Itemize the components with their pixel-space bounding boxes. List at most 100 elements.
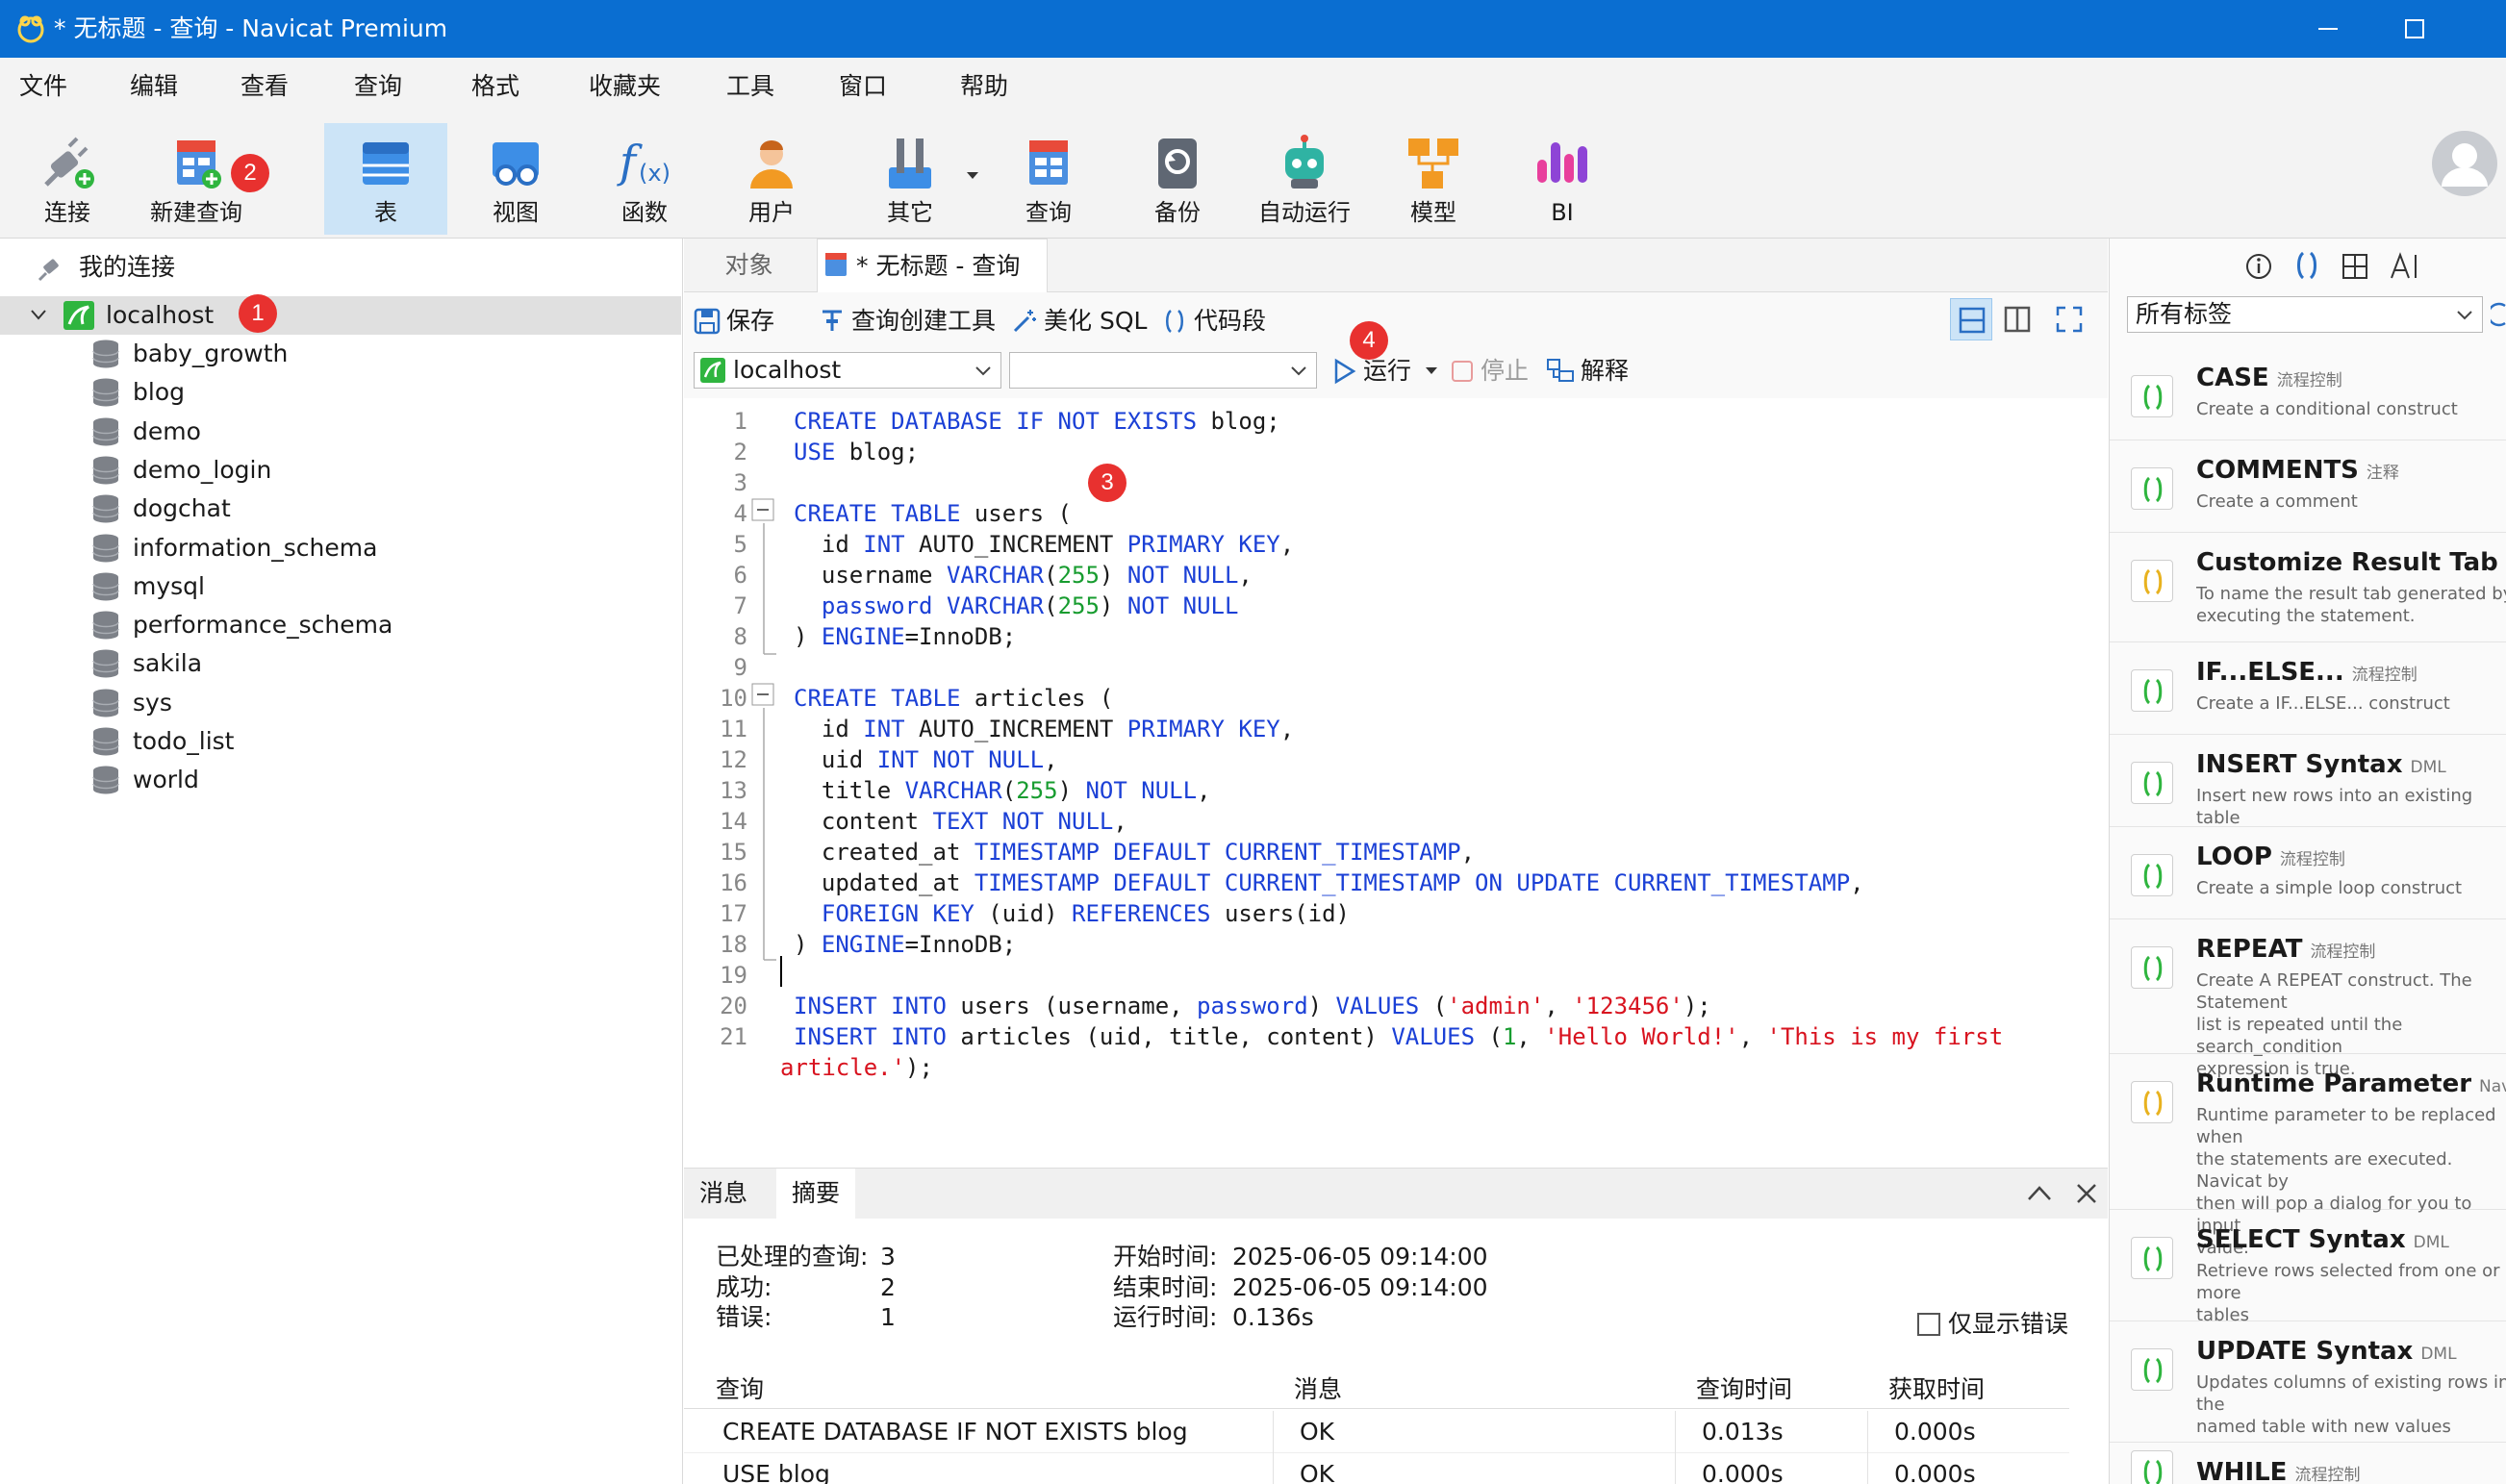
snippet-item[interactable]: WHILE 流程控制	[2110, 1443, 2506, 1484]
database-item[interactable]: todo_list	[0, 722, 681, 761]
explain-button[interactable]: 解释	[1546, 356, 1629, 387]
database-item[interactable]: demo	[0, 413, 681, 451]
menu-view[interactable]: 查看	[240, 71, 289, 102]
backup-button[interactable]: 备份	[1116, 123, 1239, 235]
table-button[interactable]: 表	[324, 123, 447, 235]
snippet-item[interactable]: SELECT Syntax DML Retrieve rows selected f…	[2110, 1210, 2506, 1325]
snippet-item[interactable]: LOOP 流程控制 Create a simple loop construct	[2110, 827, 2506, 919]
query-button[interactable]: 查询	[987, 123, 1110, 235]
snippet-item[interactable]: IF...ELSE... 流程控制 Create a IF...ELSE... co…	[2110, 642, 2506, 735]
tab-summary[interactable]: 摘要	[776, 1169, 856, 1219]
menu-window[interactable]: 窗口	[839, 71, 887, 102]
menu-format[interactable]: 格式	[471, 71, 519, 102]
plug-icon	[38, 259, 59, 282]
snippet-item[interactable]: INSERT Syntax DML Insert new rows into an …	[2110, 735, 2506, 828]
database-item[interactable]: sys	[0, 684, 681, 722]
snippet-item[interactable]: COMMENTS 注释 Create a comment	[2110, 440, 2506, 533]
sql-editor[interactable]: 1 CREATE DATABASE IF NOT EXISTS blog; 2 USE…	[684, 398, 2108, 1168]
snippet-item[interactable]: Customize Result Tab Name To name the res…	[2110, 533, 2506, 642]
database-item[interactable]: performance_schema	[0, 606, 681, 644]
menu-help[interactable]: 帮助	[960, 71, 1008, 102]
save-button[interactable]: 保存	[694, 306, 774, 337]
view-button[interactable]: 视图	[454, 123, 577, 235]
menu-file[interactable]: 文件	[19, 71, 67, 102]
grid-icon[interactable]	[2341, 252, 2369, 281]
maximize-button[interactable]	[2371, 0, 2458, 58]
code-token: )	[1099, 592, 1127, 619]
code-line: 21 INSERT INTO articles (uid, title, cont…	[684, 1021, 2108, 1052]
column-query-time[interactable]: 查询时间	[1696, 1374, 1792, 1405]
my-connections-row[interactable]: 我的连接	[0, 248, 681, 287]
table-row[interactable]: USE blog OK 0.000s 0.000s	[684, 1453, 2069, 1484]
database-select[interactable]	[1009, 352, 1317, 389]
menu-query[interactable]: 查询	[354, 71, 402, 102]
snippet-item[interactable]: Runtime ParameterNavicat-onlyRuntime par…	[2110, 1054, 2506, 1258]
connect-button[interactable]: 连接	[6, 123, 129, 235]
snippet-brackets-icon[interactable]	[2292, 250, 2321, 281]
other-dropdown-icon[interactable]	[966, 171, 979, 181]
database-icon	[92, 456, 119, 485]
menu-tools[interactable]: 工具	[726, 71, 774, 102]
code-line: 7 password VARCHAR(255) NOT NULL	[684, 591, 2108, 621]
column-query[interactable]: 查询	[716, 1374, 764, 1405]
column-message[interactable]: 消息	[1294, 1374, 1342, 1405]
chevron-down-icon[interactable]	[31, 310, 46, 321]
tag-filter-select[interactable]: 所有标签	[2127, 296, 2483, 333]
function-button[interactable]: f (x) 函数	[583, 123, 706, 235]
run-button[interactable]: 运行	[1330, 356, 1438, 387]
snippet-tag: DML	[2410, 758, 2446, 777]
code-token: ,	[1516, 1023, 1545, 1050]
ai-icon[interactable]	[2389, 252, 2421, 281]
close-icon[interactable]	[2075, 1182, 2098, 1205]
fullscreen-button[interactable]	[2048, 298, 2090, 340]
table-cell: OK	[1300, 1460, 1335, 1484]
code-line: 17 FOREIGN KEY (uid) REFERENCES users(id…	[684, 898, 2108, 929]
tab-messages[interactable]: 消息	[684, 1169, 763, 1219]
menu-favorites[interactable]: 收藏夹	[589, 71, 661, 102]
snippet-item[interactable]: CASE 流程控制 Create a conditional construct	[2110, 348, 2506, 440]
database-item[interactable]: demo_login	[0, 451, 681, 490]
stop-button[interactable]: 停止	[1450, 356, 1529, 387]
model-button[interactable]: 模型	[1372, 123, 1495, 235]
menu-edit[interactable]: 编辑	[130, 71, 178, 102]
database-item[interactable]: blog	[0, 373, 681, 412]
beautify-sql-button[interactable]: 美化 SQL	[1011, 306, 1147, 337]
auto-run-button[interactable]: 自动运行	[1243, 123, 1366, 235]
avatar[interactable]	[2430, 129, 2499, 198]
refresh-icon[interactable]	[2491, 302, 2506, 327]
collapse-up-icon[interactable]	[2027, 1184, 2052, 1203]
minimize-button[interactable]	[2285, 0, 2371, 58]
column-fetch-time[interactable]: 获取时间	[1888, 1374, 1985, 1405]
column-divider	[1675, 1411, 1676, 1453]
other-button[interactable]: 其它	[848, 123, 972, 235]
query-builder-button[interactable]: 查询创建工具	[819, 306, 996, 337]
fold-minus-icon[interactable]	[751, 498, 776, 523]
database-item[interactable]: information_schema	[0, 529, 681, 567]
info-icon[interactable]	[2244, 252, 2273, 281]
user-button[interactable]: 用户	[710, 123, 833, 235]
code-snippet-button[interactable]: 代码段	[1161, 306, 1266, 337]
database-item[interactable]: dogchat	[0, 490, 681, 528]
checkbox-box[interactable]	[1917, 1313, 1940, 1336]
snippet-brackets-icon	[2143, 384, 2163, 411]
tab-query[interactable]: * 无标题 - 查询	[817, 239, 1048, 292]
snippet-title: COMMENTS 注释	[2196, 454, 2399, 490]
layout-horizontal-button[interactable]	[1950, 298, 1992, 340]
table-row[interactable]: CREATE DATABASE IF NOT EXISTS blog OK 0.01…	[684, 1411, 2069, 1453]
fold-minus-icon[interactable]	[751, 683, 776, 708]
run-dropdown-icon[interactable]	[1425, 366, 1438, 376]
snippet-item[interactable]: REPEAT 流程控制 Create A REPEAT construct. The…	[2110, 919, 2506, 1079]
svg-text:(x): (x)	[639, 160, 671, 187]
only-errors-checkbox[interactable]: 仅显示错误	[1917, 1309, 2068, 1340]
database-item[interactable]: sakila	[0, 644, 681, 683]
connection-localhost[interactable]: localhost	[0, 296, 681, 335]
bi-button[interactable]: BI	[1501, 123, 1624, 235]
connection-select[interactable]: localhost	[694, 352, 1001, 389]
tab-objects[interactable]: 对象	[684, 239, 814, 292]
code-token: ENGINE	[821, 623, 905, 650]
database-item[interactable]: baby_growth	[0, 335, 681, 373]
snippet-item[interactable]: UPDATE Syntax DML Updates columns of exist…	[2110, 1321, 2506, 1443]
database-item[interactable]: world	[0, 761, 681, 799]
layout-vertical-button[interactable]	[1996, 298, 2038, 340]
database-item[interactable]: mysql	[0, 567, 681, 606]
